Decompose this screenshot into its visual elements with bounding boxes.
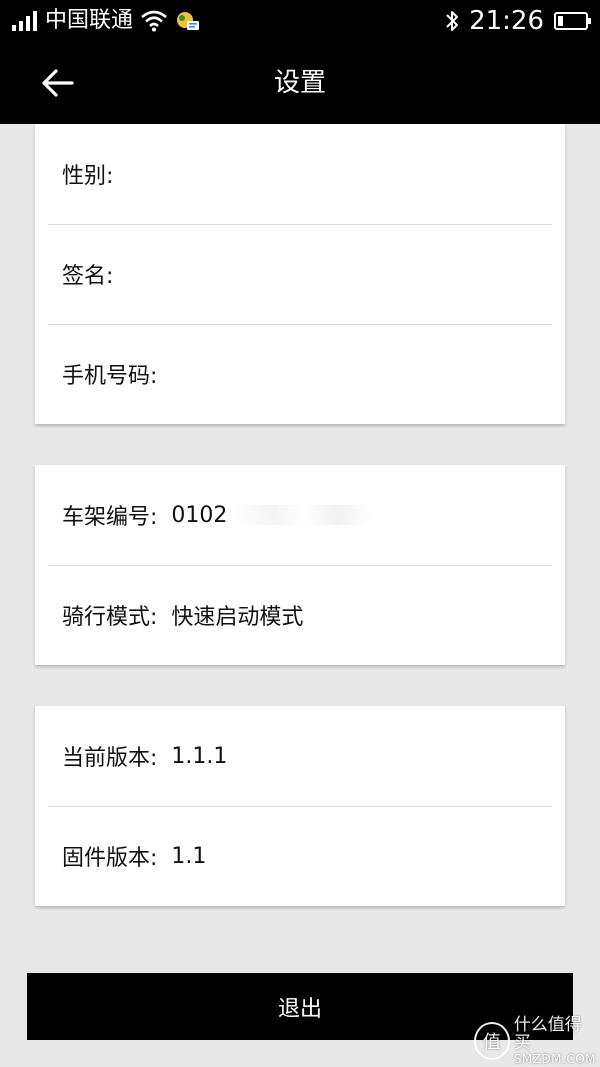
back-button[interactable] xyxy=(30,58,86,108)
frame-number-value: 0102 xyxy=(171,502,228,528)
riding-mode-value: 快速启动模式 xyxy=(171,605,304,630)
bluetooth-icon xyxy=(446,11,459,31)
clock: 21:26 xyxy=(469,6,544,36)
battery-fill xyxy=(558,16,563,26)
signature-row[interactable]: 签名: xyxy=(35,224,565,324)
riding-mode-label: 骑行模式: xyxy=(62,605,158,630)
app-version-value: 1.1.1 xyxy=(171,743,228,769)
watermark-text: 什么值得买 SMZDM.COM xyxy=(513,1014,596,1067)
watermark-text-en: SMZDM.COM xyxy=(513,1052,596,1067)
app-version-row[interactable]: 当前版本: 1.1.1 xyxy=(35,706,565,806)
masked-frame-suffix xyxy=(233,505,374,525)
phone-row[interactable]: 手机号码: xyxy=(35,324,565,424)
signal-icon xyxy=(12,11,37,31)
profile-card: 性别: 签名: 手机号码: xyxy=(35,124,565,424)
signature-label: 签名: xyxy=(62,264,114,289)
gender-row[interactable]: 性别: xyxy=(35,124,565,224)
watermark-logo-icon: 值 xyxy=(474,1022,510,1060)
watermark: 值 什么值得买 SMZDM.COM xyxy=(474,1014,596,1067)
firmware-version-row[interactable]: 固件版本: 1.1 xyxy=(35,806,565,906)
firmware-version-label: 固件版本: xyxy=(62,846,158,871)
version-card: 当前版本: 1.1.1 固件版本: 1.1 xyxy=(35,706,565,906)
firmware-version-value: 1.1 xyxy=(171,843,207,869)
notification-app-icon xyxy=(177,12,200,30)
app-version-label: 当前版本: xyxy=(62,746,158,771)
riding-mode-row[interactable]: 骑行模式: 快速启动模式 xyxy=(35,565,565,665)
status-bar: 中国联通 21:26 xyxy=(0,0,600,42)
battery-icon xyxy=(554,12,591,30)
arrow-left-icon xyxy=(42,69,74,97)
phone-label: 手机号码: xyxy=(62,364,158,389)
carrier-name: 中国联通 xyxy=(45,8,134,33)
bike-card: 车架编号: 0102 骑行模式: 快速启动模式 xyxy=(35,465,565,665)
wifi-icon xyxy=(141,10,167,32)
frame-number-label: 车架编号: xyxy=(62,505,158,530)
watermark-text-cn: 什么值得买 xyxy=(513,1014,582,1054)
status-left: 中国联通 xyxy=(12,0,201,42)
toolbar: 设置 xyxy=(0,42,600,124)
frame-number-row[interactable]: 车架编号: 0102 xyxy=(35,465,565,565)
status-right: 21:26 xyxy=(445,0,591,42)
gender-label: 性别: xyxy=(62,164,114,189)
page-title: 设置 xyxy=(273,68,326,98)
